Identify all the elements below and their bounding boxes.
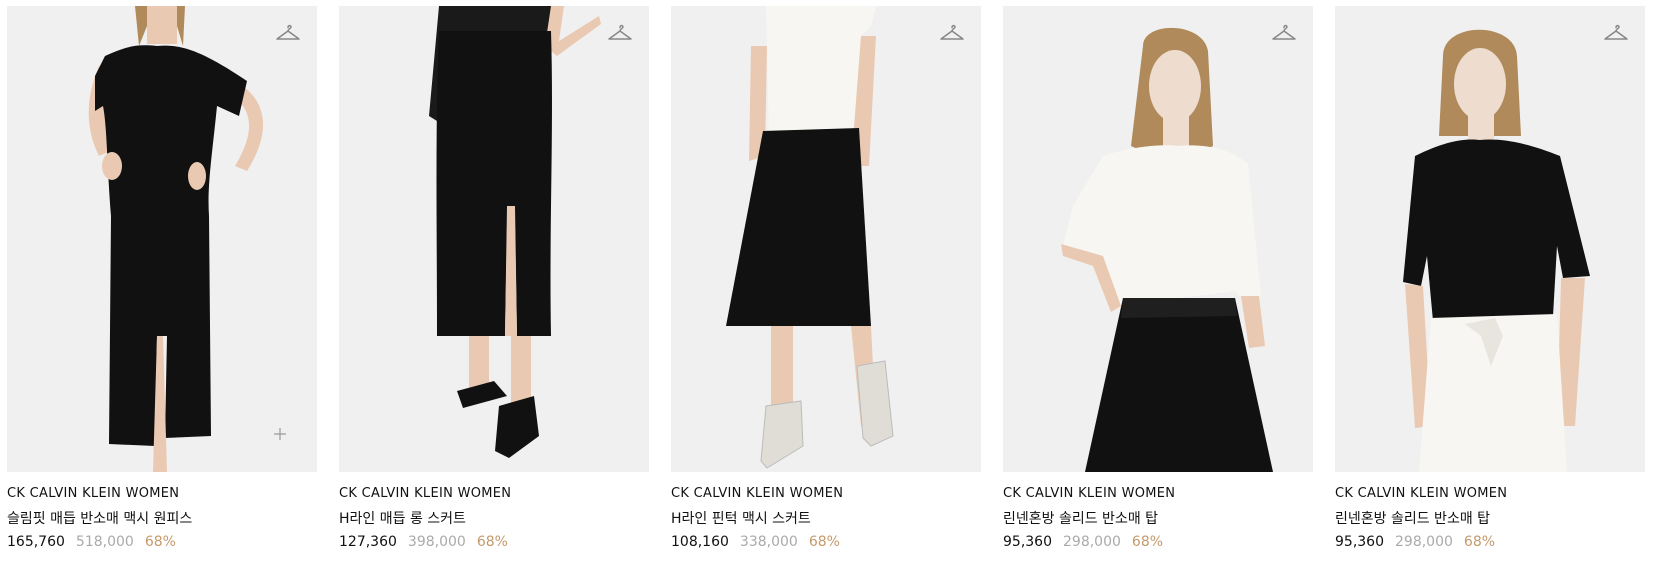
product-photo-white-linen-top	[1003, 6, 1313, 472]
sale-price: 127,360	[339, 534, 397, 550]
discount-rate: 68%	[476, 534, 508, 550]
sale-price: 95,360	[1335, 534, 1384, 550]
product-photo-black-midi-skirt	[671, 6, 981, 472]
product-grid: CK CALVIN KLEIN WOMEN 슬림핏 매듭 반소매 맥시 원피스 …	[7, 6, 1645, 551]
product-brand[interactable]: CK CALVIN KLEIN WOMEN	[7, 486, 317, 502]
original-price: 518,000	[75, 534, 134, 550]
product-card[interactable]: CK CALVIN KLEIN WOMEN H라인 핀턱 맥시 스커트 108,…	[671, 6, 981, 551]
product-image[interactable]	[671, 6, 981, 472]
product-brand[interactable]: CK CALVIN KLEIN WOMEN	[1003, 486, 1313, 502]
product-card[interactable]: CK CALVIN KLEIN WOMEN 슬림핏 매듭 반소매 맥시 원피스 …	[7, 6, 317, 551]
product-name[interactable]: 슬림핏 매듭 반소매 맥시 원피스	[7, 510, 317, 528]
discount-rate: 68%	[1463, 534, 1496, 550]
hanger-icon[interactable]	[1271, 22, 1297, 44]
product-card[interactable]: CK CALVIN KLEIN WOMEN H라인 매듭 롱 스커트 127,3…	[339, 6, 649, 551]
plus-icon[interactable]	[273, 427, 287, 441]
discount-rate: 68%	[1131, 534, 1164, 550]
product-card[interactable]: CK CALVIN KLEIN WOMEN 린넨혼방 솔리드 반소매 탑 95,…	[1003, 6, 1313, 551]
product-name[interactable]: H라인 매듭 롱 스커트	[339, 510, 649, 528]
product-prices: 95,360 298,000 68%	[1335, 533, 1645, 551]
product-brand[interactable]: CK CALVIN KLEIN WOMEN	[671, 486, 981, 502]
original-price: 298,000	[1395, 534, 1453, 550]
hanger-icon[interactable]	[607, 22, 633, 44]
product-photo-black-maxi-dress	[7, 6, 317, 472]
product-name[interactable]: H라인 핀턱 맥시 스커트	[671, 510, 981, 528]
hanger-icon[interactable]	[1603, 22, 1629, 44]
product-photo-black-linen-top	[1335, 6, 1645, 472]
product-brand[interactable]: CK CALVIN KLEIN WOMEN	[339, 486, 649, 502]
product-prices: 127,360 398,000 68%	[339, 533, 649, 551]
product-image[interactable]	[7, 6, 317, 472]
sale-price: 165,760	[7, 534, 65, 550]
discount-rate: 68%	[144, 534, 176, 550]
product-image[interactable]	[1335, 6, 1645, 472]
product-card[interactable]: CK CALVIN KLEIN WOMEN 린넨혼방 솔리드 반소매 탑 95,…	[1335, 6, 1645, 551]
hanger-icon[interactable]	[275, 22, 301, 44]
product-prices: 95,360 298,000 68%	[1003, 533, 1313, 551]
original-price: 338,000	[739, 534, 798, 550]
hanger-icon[interactable]	[939, 22, 965, 44]
product-prices: 108,160 338,000 68%	[671, 533, 981, 551]
original-price: 398,000	[407, 534, 466, 550]
sale-price: 95,360	[1003, 534, 1052, 550]
product-image[interactable]	[339, 6, 649, 472]
discount-rate: 68%	[808, 534, 840, 550]
product-brand[interactable]: CK CALVIN KLEIN WOMEN	[1335, 486, 1645, 502]
product-name[interactable]: 린넨혼방 솔리드 반소매 탑	[1003, 510, 1313, 528]
product-image[interactable]	[1003, 6, 1313, 472]
original-price: 298,000	[1063, 534, 1121, 550]
product-photo-black-long-skirt	[339, 6, 649, 472]
product-name[interactable]: 린넨혼방 솔리드 반소매 탑	[1335, 510, 1645, 528]
product-prices: 165,760 518,000 68%	[7, 533, 317, 551]
sale-price: 108,160	[671, 534, 729, 550]
